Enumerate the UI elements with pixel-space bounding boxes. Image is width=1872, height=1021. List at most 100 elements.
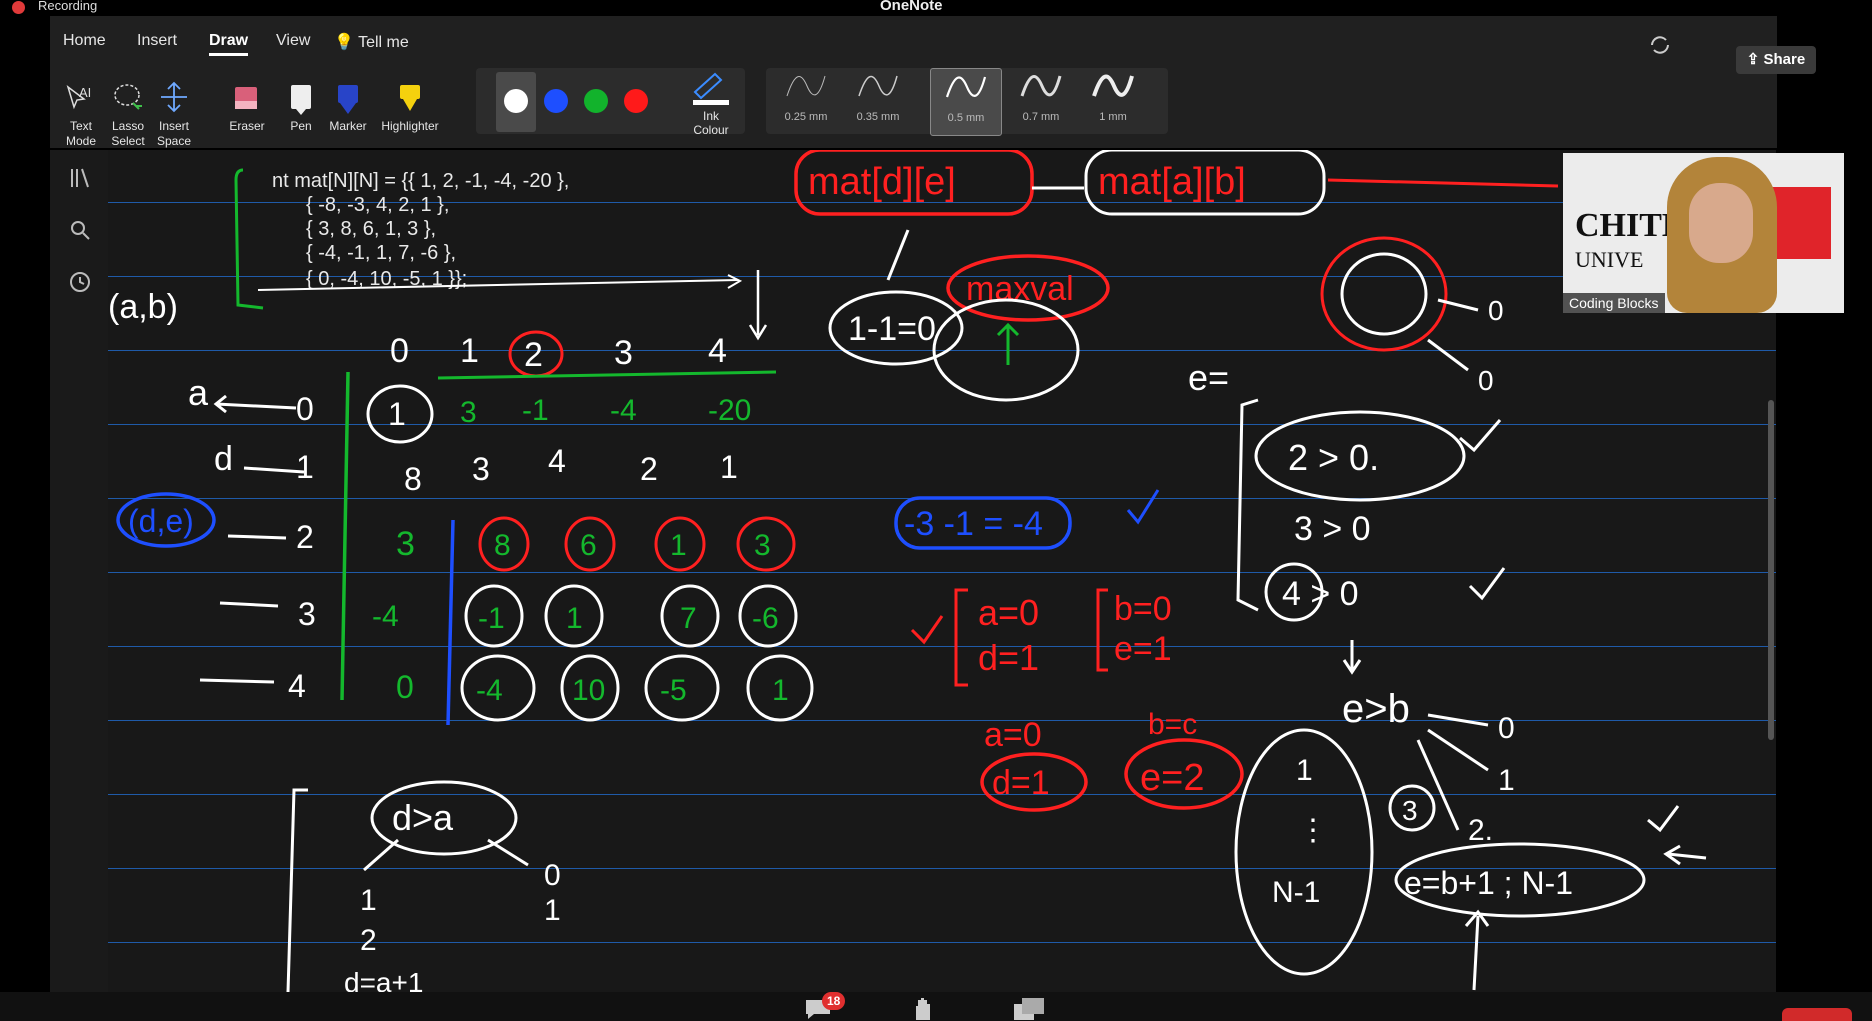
lasso-select-button[interactable]: Lasso Select <box>106 81 150 149</box>
ink-red-e2: e=2 <box>1140 757 1204 799</box>
tell-me-label: Tell me <box>358 34 409 51</box>
pen-icon <box>291 85 311 115</box>
ink-cell: 1 <box>720 449 738 485</box>
ink-d-one: 1 <box>360 884 377 917</box>
tab-insert[interactable]: Insert <box>137 32 177 50</box>
ink-branch: 0 <box>1488 295 1504 326</box>
stroke-icon <box>1020 75 1062 97</box>
svg-text:AI: AI <box>79 85 91 100</box>
ink-red-e1: e=1 <box>1114 630 1172 668</box>
leave-button[interactable] <box>1782 1008 1852 1021</box>
ink-branch: 0 <box>1498 712 1515 745</box>
ink-cell: 1 <box>772 674 789 707</box>
ink-cell: 7 <box>680 602 697 635</box>
thickness-label: 0.5 mm <box>947 112 985 124</box>
ink-red-b0: b=0 <box>1114 590 1172 628</box>
thickness-label: 0.7 mm <box>1022 111 1060 123</box>
thickness-label: 0.35 mm <box>856 111 900 123</box>
marker-icon <box>338 85 358 114</box>
thickness-07[interactable]: 0.7 mm <box>1006 68 1076 134</box>
tab-draw[interactable]: Draw <box>209 32 249 56</box>
ink-row-label: 1 <box>296 449 314 485</box>
highlighter-button[interactable]: Highlighter <box>375 81 445 134</box>
banner-text-2: UNIVE <box>1575 247 1644 272</box>
app-title: OneNote <box>880 0 943 14</box>
ink-cell: 1 <box>388 396 406 432</box>
stroke-icon <box>786 75 826 97</box>
insert-space-button[interactable]: Insert Space <box>152 81 196 149</box>
share-button[interactable]: ⇪ Share <box>1736 46 1816 74</box>
ink-branch: 0 <box>1478 365 1494 396</box>
eraser-icon <box>235 87 257 109</box>
ink-cell: 4 <box>548 443 566 479</box>
ink-cell: -6 <box>752 602 779 635</box>
highlighter-icon <box>400 85 420 111</box>
ink-blue-eq: -3 -1 = -4 <box>904 505 1043 543</box>
eraser-button[interactable]: Eraser <box>224 81 270 134</box>
ink-cell: -4 <box>372 600 399 633</box>
ink-ab: (a,b) <box>108 288 178 326</box>
lightbulb-icon: 💡 <box>334 34 354 51</box>
participants-icon[interactable] <box>1012 998 1046 1020</box>
ink-row-label: 2 <box>296 519 314 555</box>
ink-row-label: 3 <box>298 596 316 632</box>
ink-d-eq: d=a+1 <box>344 967 423 992</box>
tab-view[interactable]: View <box>276 32 310 50</box>
ink-red-d1b: d=1 <box>992 764 1050 802</box>
ink-colour-button[interactable]: Ink Colour <box>682 70 740 137</box>
ink-cell: 10 <box>572 674 605 707</box>
stroke-icon <box>945 76 987 98</box>
ink-cell: 1 <box>670 529 687 562</box>
ink-red-a0b: a=0 <box>984 716 1042 754</box>
meeting-bottom-bar: 18 <box>0 992 1872 1021</box>
ink-col-dots: ⋮ <box>1298 814 1328 847</box>
tell-me[interactable]: 💡 Tell me <box>334 32 409 52</box>
ink-d-label: d <box>214 440 233 478</box>
marker-button[interactable]: Marker <box>325 81 371 134</box>
ink-cell: -1 <box>478 602 505 635</box>
person-face <box>1689 183 1753 263</box>
ink-de-label: (d,e) <box>128 503 194 539</box>
pen-button[interactable]: Pen <box>280 81 322 134</box>
raise-hand-icon[interactable] <box>912 996 934 1020</box>
thickness-025[interactable]: 0.25 mm <box>771 68 841 134</box>
canvas-scrollbar[interactable] <box>1768 400 1774 740</box>
recent-icon[interactable] <box>68 270 92 294</box>
ink-d-gt-a: d>a <box>392 797 454 838</box>
ink-cell: 2 <box>640 451 658 487</box>
ink-row-label: 4 <box>288 668 306 704</box>
colour-blue[interactable] <box>544 89 568 113</box>
ink-red-a0: a=0 <box>978 592 1039 633</box>
pen-label: Pen <box>290 119 312 133</box>
tab-home[interactable]: Home <box>63 32 106 50</box>
ink-cmp3: 4 > 0 <box>1282 575 1359 613</box>
notebooks-icon[interactable] <box>68 166 92 190</box>
colour-red[interactable] <box>624 89 648 113</box>
sync-icon[interactable] <box>1647 32 1673 58</box>
ink-right-e: e= <box>1188 357 1229 398</box>
ink-cell: 8 <box>404 461 422 497</box>
ink-mat-de: mat[d][e] <box>808 161 956 203</box>
ink-row-label: 0 <box>296 391 314 427</box>
ink-col-header: 4 <box>708 332 727 370</box>
search-icon[interactable] <box>68 218 92 242</box>
colour-green[interactable] <box>584 89 608 113</box>
ink-layer: (a,b) 0 1 2 3 4 a 0 d 1 (d,e) 2 3 4 1 3 … <box>108 150 1707 992</box>
thickness-1[interactable]: 1 mm <box>1078 68 1148 134</box>
colour-white[interactable] <box>504 89 528 113</box>
ink-cell: 0 <box>396 669 414 705</box>
thickness-05[interactable]: 0.5 mm <box>930 68 1002 136</box>
ink-cell: -20 <box>708 394 751 427</box>
ink-d-branch: 0 <box>544 859 561 892</box>
thickness-035[interactable]: 0.35 mm <box>843 68 913 134</box>
ink-col-header: 2 <box>524 336 543 374</box>
ink-branch: 3 <box>1402 795 1418 826</box>
ink-mat-ab: mat[a][b] <box>1098 161 1246 203</box>
lasso-select-label: Lasso Select <box>111 119 145 148</box>
eraser-label: Eraser <box>229 119 265 133</box>
text-mode-label: Text Mode <box>65 119 97 148</box>
note-canvas[interactable]: nt mat[N][N] = {{ 1, 2, -1, -4, -20 }, {… <box>108 150 1776 992</box>
text-mode-button[interactable]: AI Text Mode <box>56 81 106 149</box>
highlighter-label: Highlighter <box>381 119 439 133</box>
ink-cell: 3 <box>460 396 477 429</box>
